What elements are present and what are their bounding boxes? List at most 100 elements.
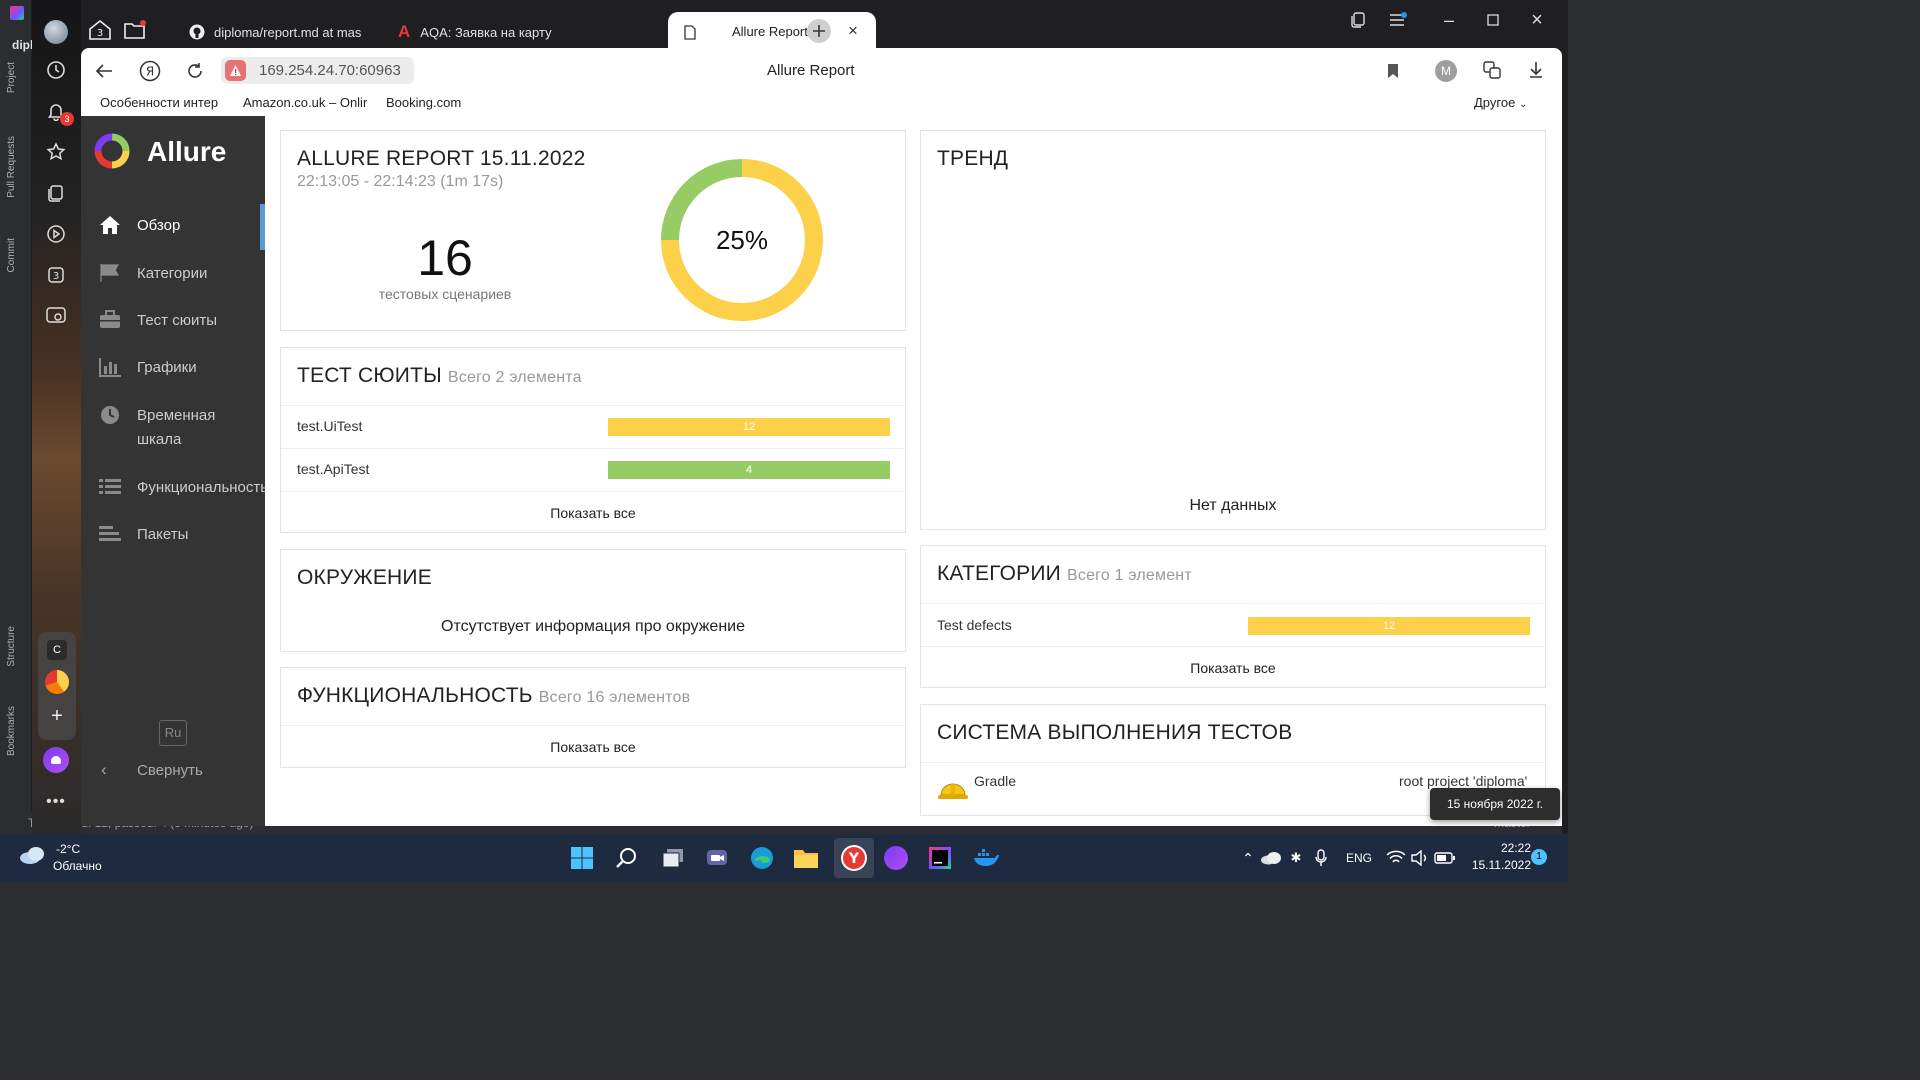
page-icon xyxy=(684,25,696,40)
menu-icon[interactable] xyxy=(1386,10,1410,30)
teams-chat-icon[interactable] xyxy=(701,842,733,874)
close-tab-icon[interactable]: × xyxy=(848,21,858,41)
trend-widget: ТРЕНД Нет данных xyxy=(920,130,1546,530)
suites-title: ТЕСТ СЮИТЫ Всего 2 элемента xyxy=(297,364,582,387)
alice-assistant-icon[interactable] xyxy=(42,746,70,774)
microphone-icon[interactable] xyxy=(1305,842,1337,874)
bookmark-item[interactable]: Booking.com xyxy=(386,95,461,110)
alfa-bank-icon: А xyxy=(398,22,411,41)
alice-taskbar-icon[interactable] xyxy=(880,842,912,874)
more-icon[interactable]: ••• xyxy=(42,788,70,816)
tab-allure-report[interactable]: Allure Report × xyxy=(668,12,876,52)
battery-icon[interactable] xyxy=(1429,842,1461,874)
bookmarks-other[interactable]: Другое ⌄ xyxy=(1474,95,1527,110)
test-count: 16 xyxy=(417,230,473,286)
features-widget: ФУНКЦИОНАЛЬНОСТЬ Всего 16 элементов Пока… xyxy=(280,667,906,768)
github-icon xyxy=(189,24,205,40)
bookmarks-star-icon[interactable] xyxy=(42,138,70,166)
environment-empty-text: Отсутствует информация про окружение xyxy=(441,618,745,635)
report-time: 22:13:05 - 22:14:23 (1m 17s) xyxy=(297,173,504,190)
table-row[interactable]: test.UiTest 12 xyxy=(281,405,905,448)
add-panel-icon[interactable]: + xyxy=(47,706,67,726)
back-icon[interactable] xyxy=(93,60,115,82)
new-tab-group-icon[interactable] xyxy=(121,16,149,44)
profile-avatar[interactable] xyxy=(42,18,70,46)
file-explorer-icon[interactable] xyxy=(790,842,822,874)
security-warning-icon[interactable] xyxy=(225,60,246,81)
categories-widget: КАТЕГОРИИ Всего 1 элемент Test defects 1… xyxy=(920,545,1546,688)
sidebar-tray: C + xyxy=(38,632,76,740)
tray-app-c[interactable]: C xyxy=(47,640,67,660)
page-title: Allure Report xyxy=(767,62,855,79)
weather-cloud-icon[interactable] xyxy=(18,844,48,870)
translate-icon[interactable] xyxy=(1481,59,1503,81)
bookmark-icon[interactable] xyxy=(1383,60,1403,82)
environment-widget: ОКРУЖЕНИЕ Отсутствует информация про окр… xyxy=(280,549,906,652)
notification-count-badge[interactable]: 1 xyxy=(1531,849,1547,865)
allure-sidebar: Allure Обзор Категории Тест сюиты График… xyxy=(81,116,268,826)
input-language[interactable]: ENG xyxy=(1346,851,1372,865)
collections-tab-icon[interactable] xyxy=(1346,10,1370,30)
video-play-icon[interactable] xyxy=(42,220,70,248)
intellij-logo-icon xyxy=(10,6,24,20)
flag-icon xyxy=(98,262,122,284)
docker-taskbar-icon[interactable] xyxy=(970,842,1002,874)
close-window-icon[interactable]: × xyxy=(1525,9,1549,31)
collections-icon[interactable] xyxy=(42,179,70,207)
ide-tab-structure[interactable]: Structure xyxy=(6,626,17,667)
report-title: ALLURE REPORT 15.11.2022 xyxy=(297,147,586,170)
window-border xyxy=(1562,48,1568,834)
screenshot-icon[interactable] xyxy=(42,301,70,329)
ide-tab-project[interactable]: Project xyxy=(6,62,17,93)
bookmarks-bar: Особенности интер Amazon.co.uk – Onlir B… xyxy=(81,90,1562,116)
address-field[interactable]: 169.254.24.70:60963 xyxy=(221,57,414,84)
bookmark-item[interactable]: Amazon.co.uk – Onlir xyxy=(243,95,370,110)
clock-time[interactable]: 22:22 xyxy=(1467,841,1531,855)
home-tabs-icon[interactable]: 3 xyxy=(85,16,115,44)
table-row[interactable]: test.ApiTest 4 xyxy=(281,448,905,491)
features-show-all-link[interactable]: Показать все xyxy=(281,725,905,768)
clock-date[interactable]: 15.11.2022 xyxy=(1460,858,1531,872)
address-text: 169.254.24.70:60963 xyxy=(259,62,401,79)
new-tab-plus-icon[interactable] xyxy=(807,19,831,43)
intellij-taskbar-icon[interactable] xyxy=(924,842,956,874)
trend-empty-text: Нет данных xyxy=(1189,497,1277,514)
gradle-helmet-icon xyxy=(938,783,968,799)
edge-browser-icon[interactable] xyxy=(746,842,778,874)
tab-counter-icon[interactable]: 3 xyxy=(42,261,70,289)
task-view-icon[interactable] xyxy=(657,842,689,874)
reload-icon[interactable] xyxy=(184,60,206,82)
weather-desc: Облачно xyxy=(53,859,102,873)
ide-tab-commit[interactable]: Commit xyxy=(6,238,17,272)
home-icon xyxy=(98,214,122,236)
notifications-badge: 3 xyxy=(60,112,74,126)
ide-tab-bookmarks[interactable]: Bookmarks xyxy=(6,706,17,756)
tab-bar: 3 diploma/report.md at mas А AQA: Заявка… xyxy=(81,0,1568,52)
collapse-button[interactable]: ‹ Свернуть xyxy=(81,758,265,784)
yandex-browser-taskbar-icon[interactable]: Y xyxy=(834,838,874,878)
trend-title: ТРЕНД xyxy=(937,147,1009,170)
bookmark-item[interactable]: Особенности интер xyxy=(100,95,227,110)
start-windows-icon[interactable] xyxy=(566,842,598,874)
maximize-icon[interactable] xyxy=(1481,10,1505,30)
tab-github[interactable]: diploma/report.md at mas xyxy=(189,14,379,50)
minimize-icon[interactable]: – xyxy=(1437,10,1461,30)
history-icon[interactable] xyxy=(42,56,70,84)
ide-tab-pull-requests[interactable]: Pull Requests xyxy=(6,136,17,198)
suites-show-all-link[interactable]: Показать все xyxy=(281,491,905,533)
table-row[interactable]: Test defects 12 xyxy=(921,603,1545,646)
download-icon[interactable] xyxy=(1525,59,1547,81)
allure-logo-icon[interactable] xyxy=(94,133,130,169)
search-icon[interactable] xyxy=(611,842,643,874)
categories-title: КАТЕГОРИИ Всего 1 элемент xyxy=(937,562,1192,585)
profile-m-avatar[interactable]: M xyxy=(1435,60,1457,82)
notifications-bell-icon[interactable]: 3 xyxy=(42,97,74,126)
language-switch[interactable]: Ru xyxy=(159,720,187,746)
tray-app-icon[interactable] xyxy=(45,670,69,694)
svg-text:3: 3 xyxy=(97,28,103,39)
environment-title: ОКРУЖЕНИЕ xyxy=(297,566,432,589)
yandex-logo-icon[interactable]: Я xyxy=(138,59,162,83)
categories-show-all-link[interactable]: Показать все xyxy=(921,646,1545,688)
test-count-label: тестовых сценариев xyxy=(378,286,512,302)
tab-aqa[interactable]: А AQA: Заявка на карту xyxy=(398,14,568,50)
